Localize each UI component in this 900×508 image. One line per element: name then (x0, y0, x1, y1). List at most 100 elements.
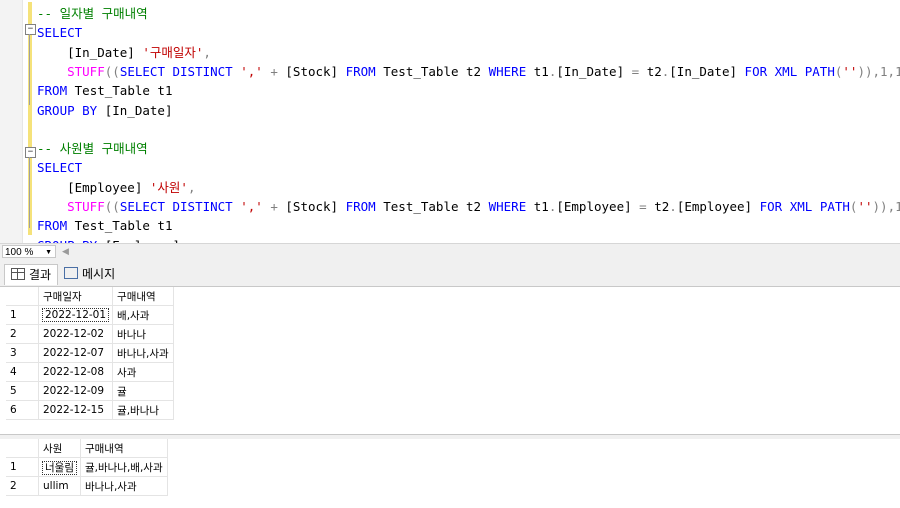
code-line[interactable]: STUFF((SELECT DISTINCT ',' + [Stock] FRO… (37, 197, 900, 216)
table-cell[interactable]: 2022-12-01 (38, 305, 114, 325)
code-line[interactable]: FROM Test_Table t1 (37, 81, 172, 100)
table-row[interactable]: 2 2022-12-02 바나나 (6, 324, 174, 344)
row-number[interactable]: 3 (6, 343, 39, 363)
zoom-bar: 100 % ▼ ◀ (0, 243, 900, 261)
table-cell[interactable]: 사과 (112, 362, 174, 382)
results-grid-1: 구매일자 구매내역 1 2022-12-01 배,사과 2 2022-12-02 바나나 3… (0, 287, 900, 434)
table-cell[interactable]: 바나나 (112, 324, 174, 344)
code-token: , (203, 44, 211, 60)
table-cell[interactable]: 귤,바나나 (112, 400, 174, 420)
code-token: )),1,1, (857, 63, 900, 79)
cell-value: 2022-12-15 (43, 404, 105, 416)
fold-line (29, 157, 30, 228)
code-line[interactable]: -- 사원별 구매내역 (37, 139, 148, 158)
zoom-value: 100 % (5, 247, 34, 258)
table-row[interactable]: 6 2022-12-15 귤,바나나 (6, 400, 174, 420)
code-line[interactable]: SELECT (37, 158, 82, 177)
table-row[interactable]: 5 2022-12-09 귤 (6, 381, 174, 401)
table-row[interactable]: 2 ullim 바나나,사과 (6, 476, 168, 496)
column-header[interactable]: 구매내역 (112, 287, 174, 306)
tab-results[interactable]: 결과 (4, 264, 59, 285)
table-cell[interactable]: 2022-12-15 (38, 400, 114, 420)
code-token: + (262, 199, 286, 214)
zoom-select[interactable]: 100 % ▼ (2, 245, 56, 258)
column-header[interactable]: 사원 (38, 439, 81, 458)
code-line[interactable]: [In_Date] '구매일자', (37, 43, 211, 62)
code-token: = (631, 63, 647, 79)
editor-gutter (0, 0, 23, 243)
code-token: , (187, 179, 196, 195)
code-token: ',' (240, 199, 263, 214)
code-line[interactable]: FROM Test_Table t1 (37, 216, 172, 235)
code-line[interactable]: [Employee] '사원', (37, 178, 195, 197)
result-table-2: 사원 구매내역 1 너울림 귤,바나나,배,사과 2 ullim 바나나,사과 (6, 439, 168, 496)
table-cell[interactable]: 바나나,사과 (112, 343, 174, 363)
code-token: . (669, 199, 677, 214)
code-line[interactable]: GROUP BY [In_Date] (37, 101, 172, 120)
code-token: Test_Table t1 (74, 218, 173, 234)
tab-messages-label: 메시지 (82, 267, 116, 281)
cell-value: 너울림 (42, 460, 77, 475)
row-number[interactable]: 4 (6, 362, 39, 382)
table-cell[interactable]: 귤,바나나,배,사과 (80, 457, 168, 477)
table-row[interactable]: 1 2022-12-01 배,사과 (6, 305, 174, 325)
code-token: + (262, 63, 286, 79)
row-number[interactable]: 1 (6, 457, 39, 477)
code-token: '구매일자' (142, 44, 204, 60)
column-header[interactable]: 구매일자 (38, 287, 114, 306)
code-token: [Employee] (676, 199, 760, 214)
code-token: '' (857, 199, 873, 214)
cell-value: 2022-12-07 (43, 347, 105, 359)
tab-messages[interactable]: 메시지 (58, 264, 121, 284)
table-cell[interactable]: ullim (38, 476, 81, 496)
row-number[interactable]: 1 (6, 305, 39, 325)
row-number[interactable]: 2 (6, 476, 39, 496)
scroll-left-icon[interactable]: ◀ (62, 246, 69, 257)
row-number[interactable]: 6 (6, 400, 39, 420)
code-token: '' (842, 63, 858, 79)
table-cell[interactable]: 2022-12-02 (38, 324, 114, 344)
code-line[interactable]: -- 일자별 구매내역 (37, 4, 148, 23)
table-cell[interactable]: 2022-12-08 (38, 362, 114, 382)
code-token: [In_Date] (556, 63, 632, 79)
code-token: [In_Date] (669, 63, 745, 79)
code-token: Test_Table t1 (74, 83, 173, 99)
sql-editor[interactable]: − − -- 일자별 구매내역 SELECT [In_Date] '구매일자', … (0, 0, 900, 243)
column-header[interactable]: 구매내역 (80, 439, 168, 458)
table-row[interactable]: 4 2022-12-08 사과 (6, 362, 174, 382)
code-line[interactable]: STUFF((SELECT DISTINCT ',' + [Stock] FRO… (37, 62, 900, 81)
table-header-row: 사원 구매내역 (6, 439, 168, 458)
code-token: SELECT (37, 160, 83, 176)
row-number-header (6, 439, 39, 458)
code-token: ',' (240, 63, 263, 79)
table-cell[interactable]: 귤 (112, 381, 174, 401)
code-token: SELECT (37, 25, 83, 41)
results-grid-2: 사원 구매내역 1 너울림 귤,바나나,배,사과 2 ullim 바나나,사과 (0, 439, 900, 508)
table-cell[interactable]: 2022-12-09 (38, 381, 114, 401)
code-token: t1 (533, 199, 549, 214)
row-number[interactable]: 5 (6, 381, 39, 401)
table-row[interactable]: 1 너울림 귤,바나나,배,사과 (6, 457, 168, 477)
fold-toggle-icon[interactable]: − (25, 24, 36, 35)
code-token: [In_Date] (37, 44, 143, 60)
table-cell[interactable]: 배,사과 (112, 305, 174, 325)
tab-results-label: 결과 (29, 268, 52, 282)
result-table-1: 구매일자 구매내역 1 2022-12-01 배,사과 2 2022-12-02 바나나 3… (6, 287, 174, 420)
table-cell[interactable]: 너울림 (38, 457, 81, 477)
code-token: SELECT DISTINCT (119, 63, 241, 79)
code-token: -- 일자별 구매내역 (37, 6, 148, 21)
code-token: GROUP BY (37, 102, 105, 118)
grid-icon (11, 268, 25, 280)
fold-toggle-icon[interactable]: − (25, 147, 36, 158)
code-token: (( (104, 199, 120, 214)
code-token: [In_Date] (104, 102, 173, 118)
code-line[interactable]: GROUP BY [Employee] (37, 236, 180, 243)
table-cell[interactable]: 2022-12-07 (38, 343, 114, 363)
code-line[interactable]: SELECT (37, 23, 82, 42)
row-number[interactable]: 2 (6, 324, 39, 344)
table-cell[interactable]: 바나나,사과 (80, 476, 168, 496)
table-row[interactable]: 3 2022-12-07 바나나,사과 (6, 343, 174, 363)
code-token: = (639, 199, 655, 214)
